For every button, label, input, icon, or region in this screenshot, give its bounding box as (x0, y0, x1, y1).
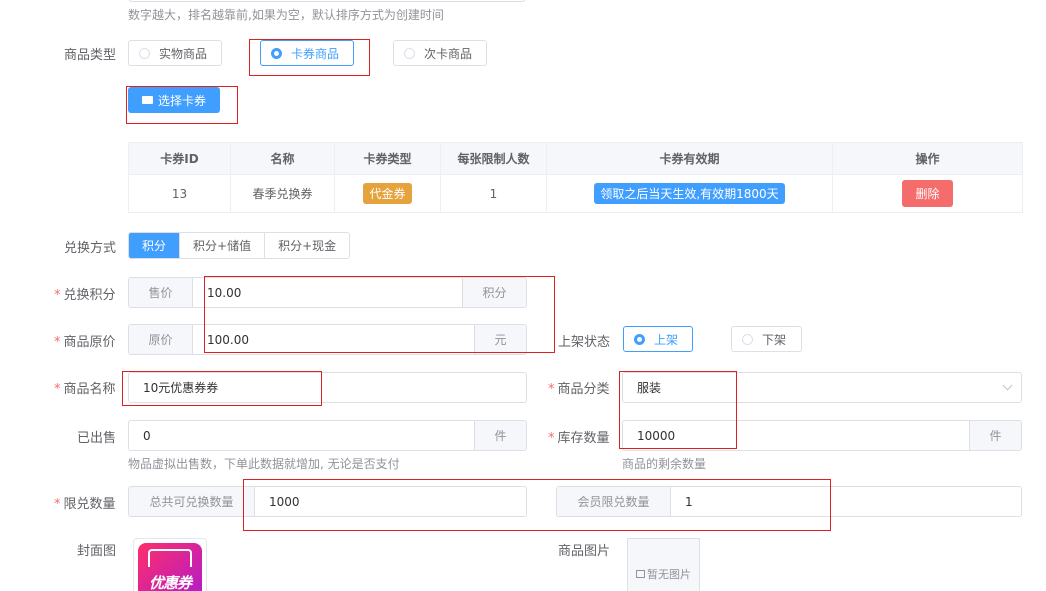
no-image-text: 暂无图片 (647, 568, 691, 581)
product-name-input[interactable]: 10元优惠券券 (128, 372, 527, 403)
select-card-button[interactable]: 选择卡券 (128, 87, 221, 113)
total-limit-input[interactable]: 1000 (255, 487, 526, 516)
stock-label: * 库存数量 (548, 427, 610, 446)
delete-button[interactable]: 删除 (902, 180, 953, 207)
sort-input-bottom-edge[interactable] (128, 0, 526, 2)
shelf-status-label: 上架状态 (558, 335, 611, 350)
sold-unit-suffix: 件 (474, 421, 526, 450)
required-mark: * (548, 382, 555, 397)
col-header-action: 操作 (832, 142, 1023, 175)
sold-input[interactable]: 0 (129, 421, 474, 450)
original-price-input-group: 原价 100.00 元 (128, 324, 527, 355)
sold-input-group: 0 件 (128, 420, 527, 451)
product-type-label: 商品类型 (64, 48, 117, 63)
shelf-off-radio[interactable]: 下架 (731, 326, 802, 352)
exchange-points-input[interactable]: 10.00 (193, 278, 462, 307)
cell-action: 删除 (832, 174, 1023, 213)
original-price-prefix: 原价 (129, 325, 193, 354)
original-price-input[interactable]: 100.00 (193, 325, 474, 354)
exchange-method-points[interactable]: 积分 (129, 233, 180, 258)
radio-label: 上架 (654, 332, 679, 347)
radio-label: 下架 (762, 332, 787, 347)
cover-label: 封面图 (77, 544, 117, 559)
sold-label: 已出售 (77, 431, 117, 446)
category-label: * 商品分类 (548, 378, 610, 397)
stock-unit-suffix: 件 (969, 421, 1021, 450)
card-type-tag: 代金券 (363, 183, 412, 204)
stock-input-group: 10000 件 (622, 420, 1022, 451)
exchange-method-points-cash[interactable]: 积分+现金 (264, 233, 349, 258)
radio-label: 卡券商品 (291, 46, 340, 61)
member-limit-prefix: 会员限兑数量 (557, 487, 671, 516)
product-type-times-card-radio[interactable]: 次卡商品 (393, 40, 487, 66)
label-text: 库存数量 (557, 431, 610, 446)
coupon-image-text: 优惠券 (148, 574, 192, 591)
member-limit-input[interactable]: 1 (671, 487, 1021, 516)
cell-type: 代金券 (334, 174, 441, 213)
select-card-button-label: 选择卡券 (158, 93, 207, 108)
shelf-on-radio[interactable]: 上架 (623, 326, 693, 352)
exchange-method-points-balance[interactable]: 积分+储值 (179, 233, 264, 258)
coupon-image: 优惠券 (138, 543, 202, 591)
total-limit-prefix: 总共可兑换数量 (129, 487, 255, 516)
points-suffix: 积分 (462, 278, 526, 307)
radio-label: 实物商品 (159, 46, 208, 61)
required-mark: * (54, 288, 61, 303)
radio-checked-icon (271, 47, 282, 59)
chevron-down-icon (1002, 380, 1013, 391)
stock-hint: 商品的剩余数量 (622, 457, 707, 471)
price-prefix: 售价 (129, 278, 193, 307)
radio-label: 次卡商品 (424, 46, 473, 61)
radio-checked-icon (634, 333, 645, 345)
required-mark: * (54, 382, 61, 397)
exchange-points-label: * 兑换积分 (54, 284, 116, 303)
category-value: 服装 (637, 381, 662, 395)
product-images-label: 商品图片 (558, 544, 611, 559)
cover-image[interactable]: 优惠券 (133, 538, 207, 591)
cell-name: 春季兑换券 (230, 174, 335, 213)
cell-validity: 领取之后当天生效,有效期1800天 (546, 174, 833, 213)
col-header-name: 名称 (230, 142, 335, 175)
col-header-type: 卡券类型 (334, 142, 441, 175)
product-type-physical-radio[interactable]: 实物商品 (128, 40, 222, 66)
stock-input[interactable]: 10000 (623, 421, 969, 450)
table-header-row: 卡券ID 名称 卡券类型 每张限制人数 卡券有效期 操作 (128, 142, 1023, 175)
member-limit-input-group: 会员限兑数量 1 (556, 486, 1022, 517)
required-mark: * (54, 335, 61, 350)
exchange-method-group: 积分 积分+储值 积分+现金 (128, 232, 351, 259)
radio-circle-icon (139, 47, 150, 59)
table-row: 13 春季兑换券 代金券 1 领取之后当天生效,有效期1800天 删除 (128, 174, 1023, 213)
required-mark: * (548, 431, 555, 446)
product-name-label: * 商品名称 (54, 378, 116, 397)
exchange-method-label: 兑换方式 (64, 241, 117, 256)
card-table: 卡券ID 名称 卡券类型 每张限制人数 卡券有效期 操作 13 春季兑换券 代金… (128, 142, 1023, 213)
validity-tag: 领取之后当天生效,有效期1800天 (594, 183, 785, 204)
radio-circle-icon (742, 333, 753, 345)
sold-hint: 物品虚拟出售数，下单此数据就增加, 无论是否支付 (128, 457, 400, 471)
col-header-limit: 每张限制人数 (440, 142, 547, 175)
cell-limit: 1 (440, 174, 547, 213)
original-price-label: * 商品原价 (54, 331, 116, 350)
exchange-points-input-group: 售价 10.00 积分 (128, 277, 527, 308)
col-header-id: 卡券ID (128, 142, 231, 175)
currency-suffix: 元 (474, 325, 526, 354)
total-limit-input-group: 总共可兑换数量 1000 (128, 486, 527, 517)
label-text: 限兑数量 (63, 497, 116, 512)
cell-id: 13 (128, 174, 231, 213)
label-text: 兑换积分 (63, 288, 116, 303)
col-header-validity: 卡券有效期 (546, 142, 833, 175)
ticket-icon (142, 96, 153, 104)
limit-label: * 限兑数量 (54, 493, 116, 512)
label-text: 商品分类 (557, 382, 610, 397)
required-mark: * (54, 497, 61, 512)
radio-circle-icon (404, 47, 415, 59)
label-text: 商品原价 (63, 335, 116, 350)
category-select[interactable]: 服装 (622, 372, 1022, 403)
sort-hint: 数字越大，排名越靠前,如果为空，默认排序方式为创建时间 (128, 8, 444, 22)
label-text: 商品名称 (63, 382, 116, 397)
product-type-card-radio[interactable]: 卡券商品 (260, 40, 354, 66)
product-image-placeholder[interactable]: 暂无图片 (627, 538, 700, 591)
picture-icon (636, 570, 645, 578)
